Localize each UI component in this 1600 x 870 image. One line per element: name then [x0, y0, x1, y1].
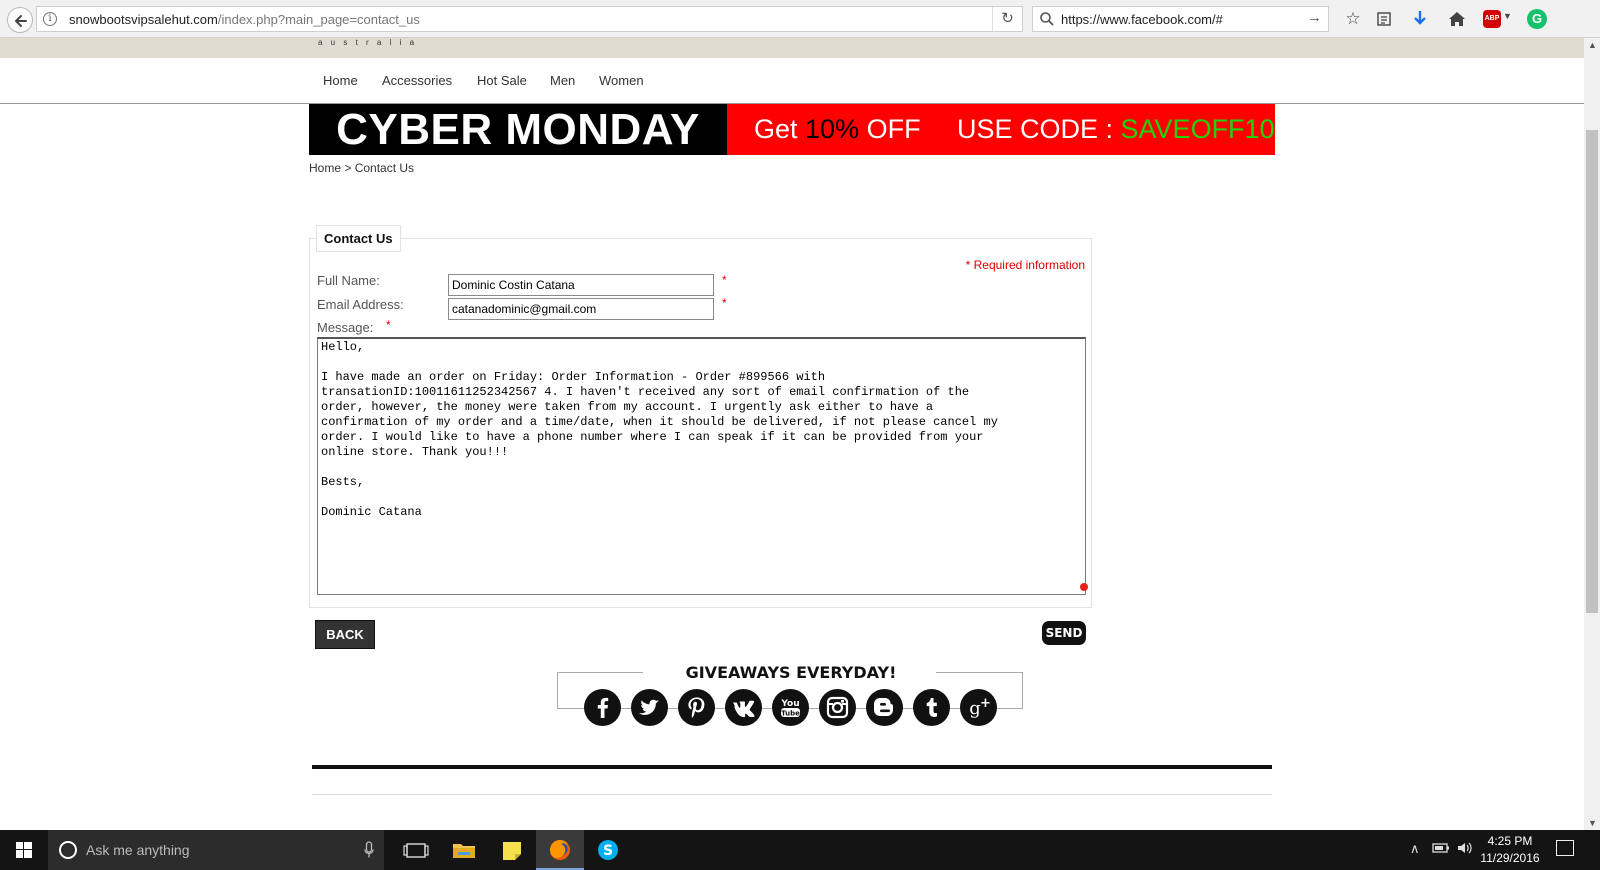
full-name-label: Full Name:	[317, 273, 380, 288]
sticky-notes-icon[interactable]	[488, 830, 536, 870]
chevron-up-icon[interactable]: ∧	[1410, 841, 1420, 857]
breadcrumb: Home > Contact Us	[309, 161, 414, 175]
breadcrumb-current: Contact Us	[354, 161, 415, 175]
header-strip: a u s t r a l i a	[0, 38, 1584, 58]
full-name-input[interactable]	[448, 274, 714, 296]
contact-form: Contact Us * Required information Full N…	[309, 225, 1092, 608]
microphone-icon[interactable]	[364, 841, 374, 859]
browser-toolbar: i snowbootsvipsalehut.com/index.php?main…	[0, 0, 1600, 38]
address-bar[interactable]: i snowbootsvipsalehut.com/index.php?main…	[36, 6, 1023, 32]
send-button[interactable]: SEND	[1042, 621, 1086, 645]
cortana-icon	[59, 841, 77, 859]
footer-divider	[312, 765, 1272, 769]
page-scrollbar[interactable]: ▲ ▼	[1584, 38, 1600, 830]
nav-hot-sale[interactable]: Hot Sale	[477, 73, 527, 88]
adblock-icon[interactable]: ABP	[1483, 10, 1501, 28]
nav-accessories[interactable]: Accessories	[382, 73, 452, 88]
banner-discount: Get 10% OFF	[754, 114, 921, 144]
giveaways-title: GIVEAWAYS EVERYDAY!	[685, 663, 897, 682]
url-text[interactable]: snowbootsvipsalehut.com/index.php?main_p…	[69, 12, 420, 27]
grammarly-status-icon[interactable]	[1080, 583, 1088, 591]
scroll-thumb[interactable]	[1586, 130, 1598, 613]
logo-fragment[interactable]: a u s t r a l i a	[318, 38, 417, 47]
home-icon[interactable]	[1446, 8, 1468, 30]
svg-text:g: g	[969, 698, 981, 719]
svg-text:S: S	[603, 843, 613, 859]
download-icon[interactable]	[1409, 8, 1431, 30]
notification-center-icon[interactable]	[1556, 840, 1574, 856]
vk-icon[interactable]	[725, 689, 762, 726]
required-info: * Required information	[965, 258, 1085, 272]
reload-icon[interactable]: ↻	[992, 7, 1022, 31]
full-name-required-star: *	[722, 273, 727, 287]
main-nav: Home Accessories Hot Sale Men Women	[0, 58, 1584, 104]
breadcrumb-home[interactable]: Home	[309, 161, 341, 175]
grammarly-icon[interactable]: G	[1527, 9, 1547, 29]
taskbar-search-placeholder: Ask me anything	[86, 842, 190, 858]
svg-text:Tube: Tube	[781, 709, 800, 717]
banner-code: USE CODE : SAVEOFF10	[957, 114, 1275, 144]
chevron-down-icon[interactable]: ▼	[1503, 11, 1512, 21]
scroll-up-icon[interactable]: ▲	[1588, 40, 1597, 50]
pinterest-icon[interactable]	[678, 689, 715, 726]
skype-icon[interactable]: S	[584, 830, 632, 870]
clock-date: 11/29/2016	[1480, 851, 1540, 865]
email-required-star: *	[722, 296, 727, 310]
task-view-icon[interactable]	[392, 830, 440, 870]
nav-home[interactable]: Home	[323, 73, 358, 88]
cortana-search-box[interactable]: Ask me anything	[48, 830, 384, 870]
page-viewport: a u s t r a l i a Home Accessories Hot S…	[0, 38, 1584, 830]
scroll-down-icon[interactable]: ▼	[1588, 818, 1597, 828]
back-nav-button[interactable]	[7, 7, 33, 33]
google-plus-icon[interactable]: g +	[960, 689, 997, 726]
reading-list-icon[interactable]	[1373, 8, 1395, 30]
svg-text:+: +	[980, 696, 991, 711]
back-button[interactable]: BACK	[315, 620, 375, 649]
volume-icon[interactable]	[1456, 841, 1474, 858]
windows-start-icon[interactable]	[0, 830, 48, 870]
message-textarea[interactable]	[317, 337, 1086, 595]
breadcrumb-separator: >	[341, 161, 355, 175]
message-required-star: *	[386, 318, 391, 332]
youtube-icon[interactable]: You Tube	[772, 689, 809, 726]
nav-women[interactable]: Women	[599, 73, 644, 88]
clock-time: 4:25 PM	[1487, 834, 1533, 848]
email-input[interactable]	[448, 298, 714, 320]
banner-title: CYBER MONDAY	[309, 104, 727, 155]
footer-line	[312, 794, 1272, 795]
search-text[interactable]: https://www.facebook.com/#	[1061, 12, 1223, 27]
search-icon	[1040, 12, 1054, 26]
bookmark-star-icon[interactable]: ☆	[1342, 8, 1364, 30]
twitter-icon[interactable]	[631, 689, 668, 726]
info-icon[interactable]: i	[43, 12, 57, 26]
email-label: Email Address:	[317, 297, 404, 312]
firefox-icon[interactable]	[536, 830, 584, 870]
form-legend: Contact Us	[316, 225, 401, 252]
promo-banner[interactable]: CYBER MONDAY Get 10% OFF USE CODE : SAVE…	[309, 104, 1275, 155]
blogger-icon[interactable]	[866, 689, 903, 726]
arrow-right-icon[interactable]: →	[1307, 9, 1322, 26]
browser-search-bar[interactable]: https://www.facebook.com/# →	[1032, 6, 1329, 32]
tumblr-icon[interactable]	[913, 689, 950, 726]
banner-offer: Get 10% OFF USE CODE : SAVEOFF10	[727, 104, 1275, 155]
windows-taskbar: Ask me anything S ∧ 4:25 PM 11/29/2016	[0, 830, 1600, 870]
message-label: Message:	[317, 320, 374, 335]
facebook-icon[interactable]	[584, 689, 621, 726]
nav-men[interactable]: Men	[550, 73, 575, 88]
svg-text:You: You	[780, 699, 799, 709]
file-explorer-icon[interactable]	[440, 830, 488, 870]
instagram-icon[interactable]	[819, 689, 856, 726]
battery-icon[interactable]	[1432, 841, 1450, 858]
system-clock[interactable]: 4:25 PM 11/29/2016	[1478, 833, 1542, 867]
arrow-left-icon	[15, 15, 27, 27]
